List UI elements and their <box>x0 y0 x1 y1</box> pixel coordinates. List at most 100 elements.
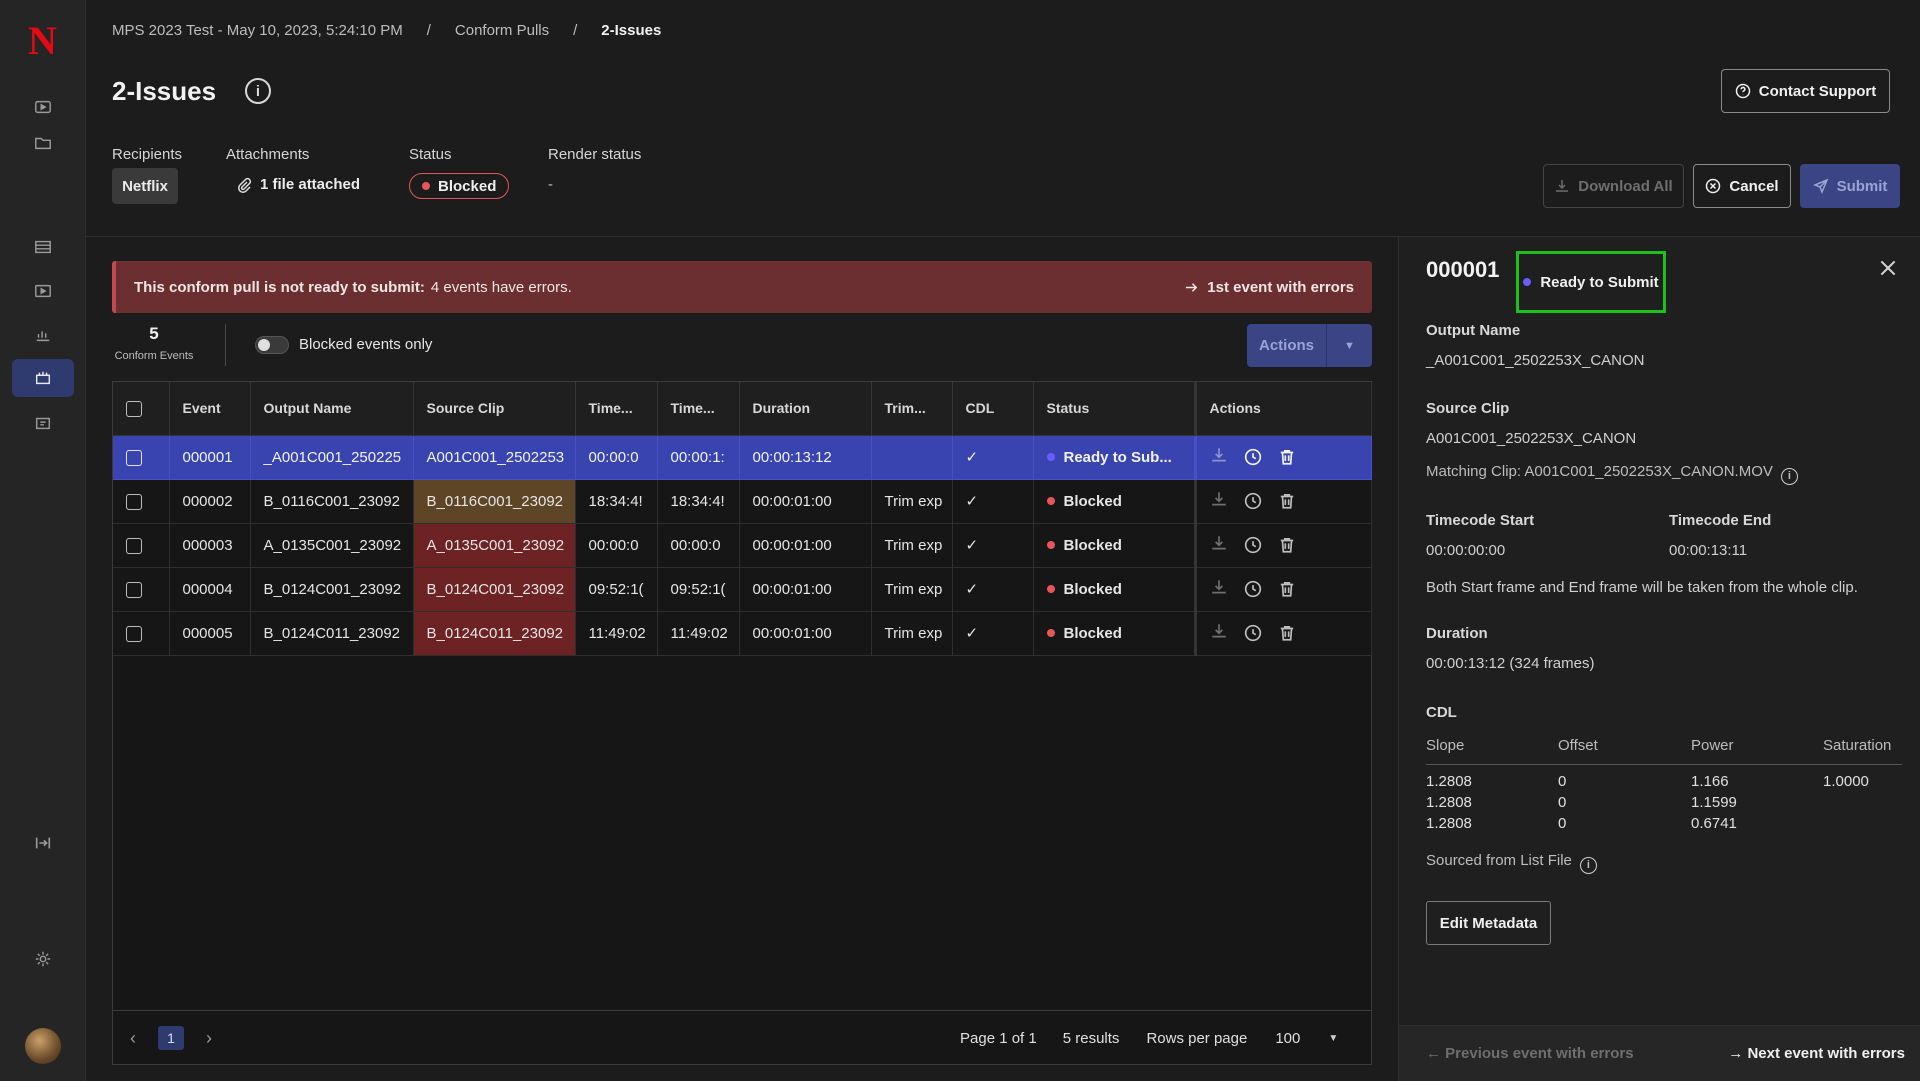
submit-label: Submit <box>1836 177 1888 195</box>
next-error-link[interactable]: → Next event with errors <box>1728 1045 1905 1062</box>
blocked-only-toggle[interactable] <box>255 336 289 354</box>
attachments-link[interactable]: 1 file attached <box>236 176 360 193</box>
trash-icon[interactable] <box>1278 624 1296 642</box>
table-row[interactable]: 000003 A_0135C001_23092 A_0135C001_23092 00… <box>113 523 1372 568</box>
collapse-icon[interactable] <box>26 828 60 858</box>
table-row[interactable]: 000004 B_0124C001_23092 B_0124C001_23092 09… <box>113 567 1372 612</box>
column-header[interactable]: Status <box>1033 382 1196 436</box>
trash-icon[interactable] <box>1278 492 1296 510</box>
breadcrumb-project[interactable]: MPS 2023 Test - May 10, 2023, 5:24:10 PM <box>112 22 403 39</box>
column-header[interactable]: Trim... <box>871 382 953 436</box>
clock-icon[interactable] <box>1244 492 1262 510</box>
status-text: Ready to Sub... <box>1063 448 1172 466</box>
rows-per-page-select[interactable]: 100 <box>1275 1030 1300 1047</box>
edit-metadata-button[interactable]: Edit Metadata <box>1426 901 1551 945</box>
info-icon[interactable]: i <box>245 78 271 104</box>
duration-cell: 00:00:13:12 <box>739 435 872 480</box>
info-icon[interactable]: i <box>1780 467 1798 485</box>
event-cell: 000002 <box>169 479 251 524</box>
attachments-label: Attachments <box>226 146 310 163</box>
column-header[interactable]: CDL <box>952 382 1034 436</box>
download-all-button[interactable]: Download All <box>1543 164 1684 208</box>
page-of: Page 1 of 1 <box>960 1029 1037 1047</box>
cdl-cell <box>1823 794 1902 815</box>
avatar[interactable] <box>25 1028 61 1064</box>
left-rail: N <box>0 0 86 1081</box>
contact-support-button[interactable]: Contact Support <box>1721 69 1890 113</box>
check-icon: ✓ <box>965 625 979 642</box>
trash-icon[interactable] <box>1278 448 1296 466</box>
folder-icon[interactable] <box>26 128 60 158</box>
close-icon[interactable] <box>1877 257 1899 279</box>
clock-icon[interactable] <box>1244 448 1262 466</box>
row-select-cell <box>113 435 170 480</box>
event-detail-panel: 000001 Ready to Submit Output Name _A001… <box>1398 237 1920 1081</box>
ready-dot-icon <box>1523 278 1532 286</box>
column-header[interactable]: Duration <box>739 382 872 436</box>
download-icon[interactable] <box>1210 446 1228 464</box>
cdl-header: Saturation <box>1823 737 1892 754</box>
actions-button[interactable]: Actions <box>1247 324 1327 367</box>
chart-icon[interactable] <box>26 320 60 350</box>
first-error-link[interactable]: 1st event with errors <box>1184 279 1354 296</box>
cdl-header: Power <box>1691 737 1734 754</box>
column-header[interactable]: Source Clip <box>413 382 576 436</box>
chevron-down-icon[interactable]: ▼ <box>1327 324 1372 367</box>
conform-icon[interactable] <box>12 359 74 397</box>
cdl-cell: 0 <box>1558 815 1567 832</box>
row-checkbox[interactable] <box>126 581 142 598</box>
cancel-button[interactable]: Cancel <box>1693 164 1791 208</box>
netflix-logo[interactable]: N <box>28 20 57 62</box>
row-select-cell <box>113 479 170 524</box>
column-header[interactable]: Event <box>169 382 251 436</box>
column-header[interactable]: Output Name <box>250 382 414 436</box>
column-header[interactable]: Time... <box>657 382 740 436</box>
chevron-down-icon[interactable]: ▼ <box>1328 1033 1338 1044</box>
send-icon <box>1812 178 1828 194</box>
row-checkbox[interactable] <box>126 493 142 510</box>
row-checkbox[interactable] <box>126 537 142 554</box>
clock-icon[interactable] <box>1244 624 1262 642</box>
status-dot-icon <box>1046 541 1055 549</box>
help-icon <box>1735 83 1750 99</box>
gear-icon[interactable] <box>26 944 60 974</box>
download-icon[interactable] <box>1210 578 1228 596</box>
export-icon[interactable] <box>26 408 60 438</box>
download-icon[interactable] <box>1210 534 1228 552</box>
cdl-cell: 1.1599 <box>1691 794 1737 811</box>
trash-icon[interactable] <box>1278 580 1296 598</box>
select-all-checkbox[interactable] <box>126 400 142 417</box>
status-label: Status <box>409 146 452 163</box>
actions-menu[interactable]: Actions ▼ <box>1247 324 1372 367</box>
clock-icon[interactable] <box>1244 536 1262 554</box>
cdl-cell: 1.0000 <box>1823 773 1869 790</box>
chevron-left-icon[interactable]: ‹ <box>118 1028 148 1049</box>
clock-icon[interactable] <box>1244 580 1262 598</box>
chevron-right-icon[interactable]: › <box>194 1028 224 1049</box>
info-icon[interactable]: i <box>1579 856 1597 874</box>
download-icon[interactable] <box>1210 622 1228 640</box>
breadcrumb-conform-pulls[interactable]: Conform Pulls <box>455 22 549 39</box>
output-name-label: Output Name <box>1426 322 1521 339</box>
table-row[interactable]: 000001 _A001C001_250225 A001C001_2502253 00… <box>113 435 1372 480</box>
video-icon[interactable] <box>26 276 60 306</box>
previous-error-link[interactable]: ← Previous event with errors <box>1426 1045 1634 1062</box>
event-cell: 000004 <box>169 567 251 612</box>
film-icon[interactable] <box>26 232 60 262</box>
page-number[interactable]: 1 <box>158 1026 184 1050</box>
table-row[interactable]: 000002 B_0116C001_23092 B_0116C001_23092 18… <box>113 479 1372 524</box>
status-text: Blocked <box>1063 624 1122 642</box>
timecode-end-value: 00:00:13:11 <box>1669 542 1748 559</box>
trash-icon[interactable] <box>1278 536 1296 554</box>
table-row[interactable]: 000005 B_0124C011_23092 B_0124C011_23092 11… <box>113 611 1372 656</box>
output-name-cell: _A001C001_250225 <box>250 435 414 480</box>
cdl-table: Slope Offset Power Saturation 1.2808 0 1… <box>1426 737 1902 836</box>
row-checkbox[interactable] <box>126 449 142 466</box>
column-header[interactable]: Time... <box>575 382 658 436</box>
download-icon[interactable] <box>1210 490 1228 508</box>
play-icon[interactable] <box>26 92 60 122</box>
submit-button[interactable]: Submit <box>1800 164 1900 208</box>
duration-cell: 00:00:01:00 <box>739 567 872 612</box>
row-checkbox[interactable] <box>126 625 142 642</box>
cdl-cell: ✓ <box>952 435 1034 480</box>
